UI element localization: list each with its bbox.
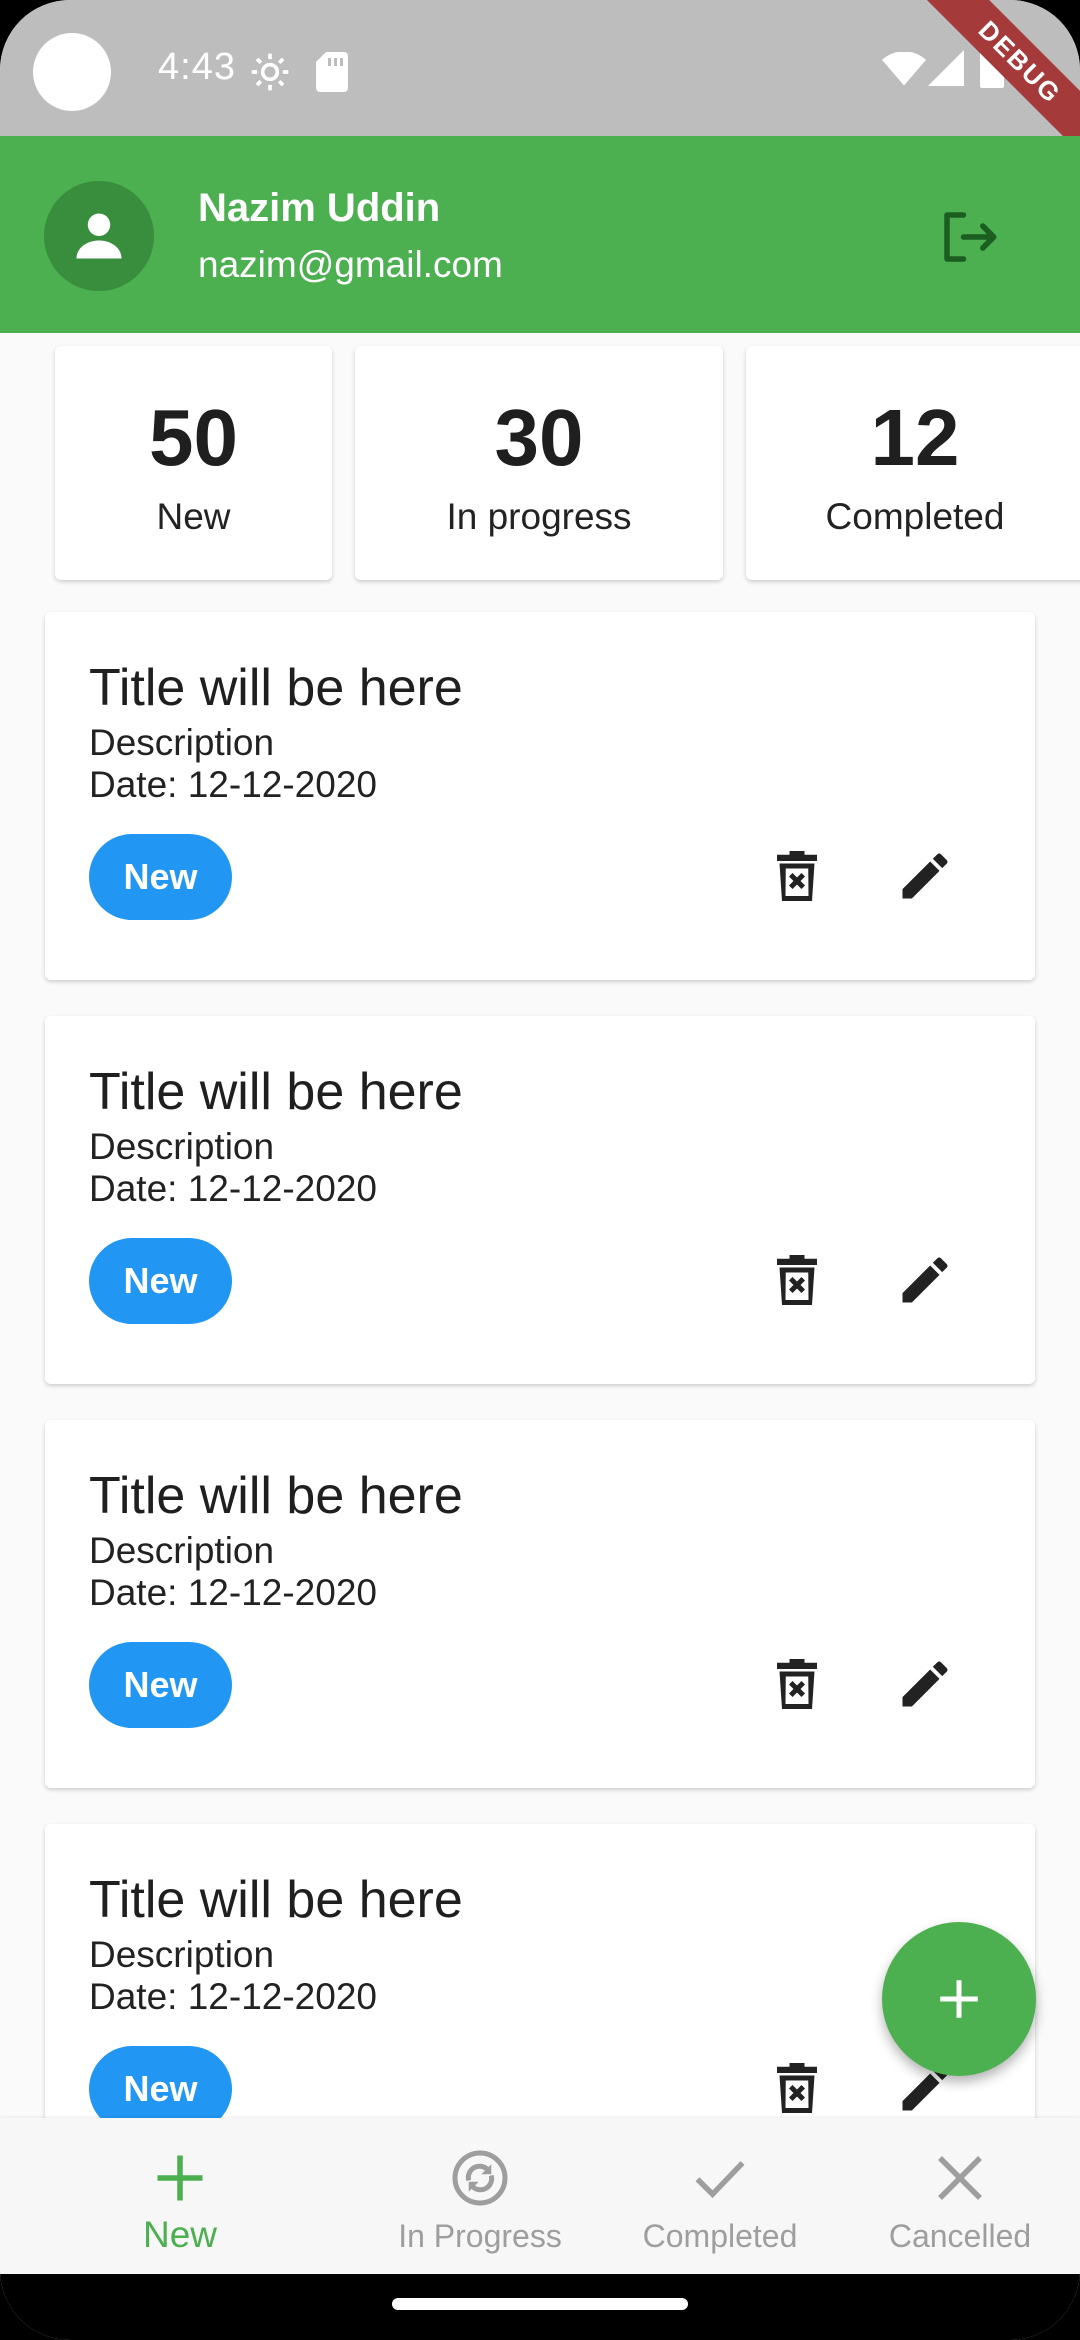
check-icon <box>695 2161 745 2199</box>
edit-icon[interactable] <box>895 1250 955 1310</box>
summary-count: 12 <box>870 393 960 482</box>
nav-label: New <box>142 2214 218 2255</box>
status-chip[interactable]: New <box>89 1642 232 1728</box>
logout-icon[interactable] <box>936 204 1002 270</box>
status-time: 4:43 <box>158 46 236 88</box>
home-indicator[interactable] <box>392 2298 688 2310</box>
avatar[interactable] <box>44 181 154 291</box>
app-bar: Nazim Uddin nazim@gmail.com <box>0 136 1080 333</box>
sync-icon <box>452 2150 508 2206</box>
camera-cutout <box>33 33 111 111</box>
task-date: Date: 12-12-2020 <box>89 1168 377 1209</box>
delete-icon[interactable] <box>767 1250 827 1310</box>
task-title: Title will be here <box>89 659 463 717</box>
delete-icon[interactable] <box>767 2058 827 2118</box>
phone-screen: 4:43 DEBUG Nazim Uddin nazim@gmail.com 5… <box>0 0 1080 2340</box>
task-title: Title will be here <box>89 1871 463 1929</box>
close-icon <box>938 2156 982 2200</box>
summary-label: In progress <box>446 496 632 537</box>
task-description: Description <box>89 1530 275 1571</box>
delete-icon[interactable] <box>767 1654 827 1714</box>
task-date: Date: 12-12-2020 <box>89 1976 377 2017</box>
task-date: Date: 12-12-2020 <box>89 1572 377 1613</box>
task-date: Date: 12-12-2020 <box>89 764 377 805</box>
summary-count: 30 <box>494 393 584 482</box>
wifi-icon <box>882 52 926 86</box>
add-task-button[interactable] <box>882 1922 1036 2076</box>
nav-item-completed[interactable]: Completed <box>600 2118 840 2274</box>
nav-label: Completed <box>642 2218 798 2254</box>
sd-card-icon <box>316 52 348 92</box>
plus-icon <box>940 1980 978 2018</box>
task-description: Description <box>89 1126 275 1167</box>
user-name: Nazim Uddin <box>198 186 441 230</box>
task-card[interactable]: Title will be here Description Date: 12-… <box>45 1016 1035 1384</box>
summary-card-in-progress: 30 In progress <box>355 346 723 580</box>
nav-label: Cancelled <box>888 2218 1032 2254</box>
status-bar: 4:43 DEBUG <box>0 0 1080 170</box>
nav-label: In Progress <box>398 2218 562 2254</box>
summary-label: Completed <box>825 496 1005 537</box>
summary-card-completed: 12 Completed <box>746 346 1080 580</box>
status-chip[interactable]: New <box>89 834 232 920</box>
task-title: Title will be here <box>89 1467 463 1525</box>
user-email: nazim@gmail.com <box>198 244 503 285</box>
task-title: Title will be here <box>89 1063 463 1121</box>
signal-icon <box>928 50 964 86</box>
person-icon <box>76 213 122 259</box>
task-card[interactable]: Title will be here Description Date: 12-… <box>45 612 1035 980</box>
plus-icon <box>157 2155 203 2201</box>
summary-count: 50 <box>149 393 238 482</box>
task-card[interactable]: Title will be here Description Date: 12-… <box>45 1420 1035 1788</box>
nav-item-new[interactable]: New <box>60 2118 300 2274</box>
edit-icon[interactable] <box>895 846 955 906</box>
status-chip[interactable]: New <box>89 1238 232 1324</box>
settings-icon <box>251 53 289 91</box>
edit-icon[interactable] <box>895 1654 955 1714</box>
nav-item-cancelled[interactable]: Cancelled <box>840 2118 1080 2274</box>
task-description: Description <box>89 1934 275 1975</box>
delete-icon[interactable] <box>767 846 827 906</box>
nav-item-in-progress[interactable]: In Progress <box>360 2118 600 2274</box>
summary-label: New <box>156 496 231 537</box>
task-description: Description <box>89 722 275 763</box>
bottom-navigation: New In Progress Completed Cancelled <box>0 2118 1080 2274</box>
summary-card-new: 50 New <box>55 346 332 580</box>
